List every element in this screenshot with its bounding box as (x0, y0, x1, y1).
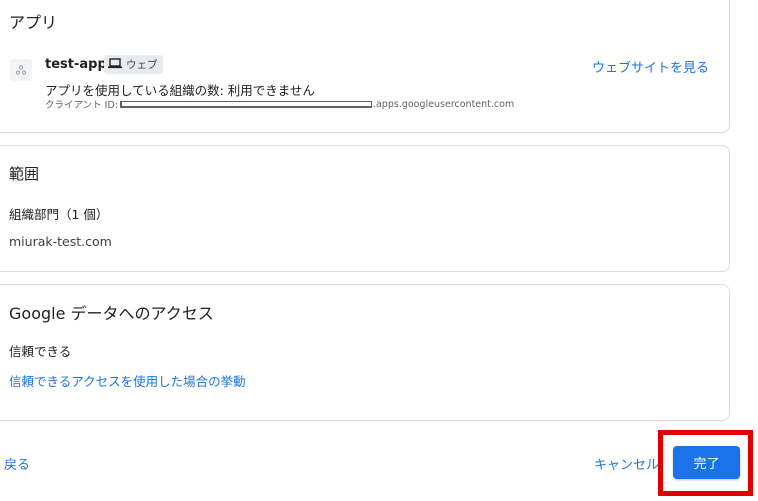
client-id-redacted (119, 100, 372, 108)
done-button[interactable]: 完了 (673, 446, 740, 479)
trust-status: 信頼できる (9, 344, 72, 359)
access-card: Google データへのアクセス 信頼できる 信頼できるアクセスを使用した場合の… (0, 284, 730, 421)
scope-card: 範囲 組織部門（1 個） miurak-test.com (0, 145, 730, 272)
view-website-link[interactable]: ウェブサイトを見る (592, 57, 709, 76)
app-card-title: アプリ (9, 13, 58, 32)
back-link[interactable]: 戻る (4, 454, 30, 473)
scope-card-title: 範囲 (9, 165, 40, 183)
scope-domain: miurak-test.com (9, 234, 112, 249)
client-id-suffix: .apps.googleusercontent.com (372, 98, 515, 110)
cancel-link[interactable]: キャンセル (594, 454, 659, 473)
scope-org-unit-label: 組織部門（1 個） (9, 207, 109, 222)
laptop-icon (108, 57, 122, 72)
access-card-title: Google データへのアクセス (9, 304, 214, 323)
trusted-access-behavior-link[interactable]: 信頼できるアクセスを使用した場合の挙動 (9, 371, 246, 390)
app-card: アプリ test-app ウェブ アプリを使用している組織の数: 利用できません… (0, 0, 730, 133)
client-id-row: クライアント ID: .apps.googleusercontent.com (45, 97, 515, 112)
app-type-label: ウェブ (126, 59, 158, 71)
client-id-label: クライアント ID: (45, 100, 118, 111)
app-placeholder-icon (10, 59, 32, 81)
app-name: test-app (45, 57, 107, 72)
app-type-chip: ウェブ (104, 55, 163, 74)
